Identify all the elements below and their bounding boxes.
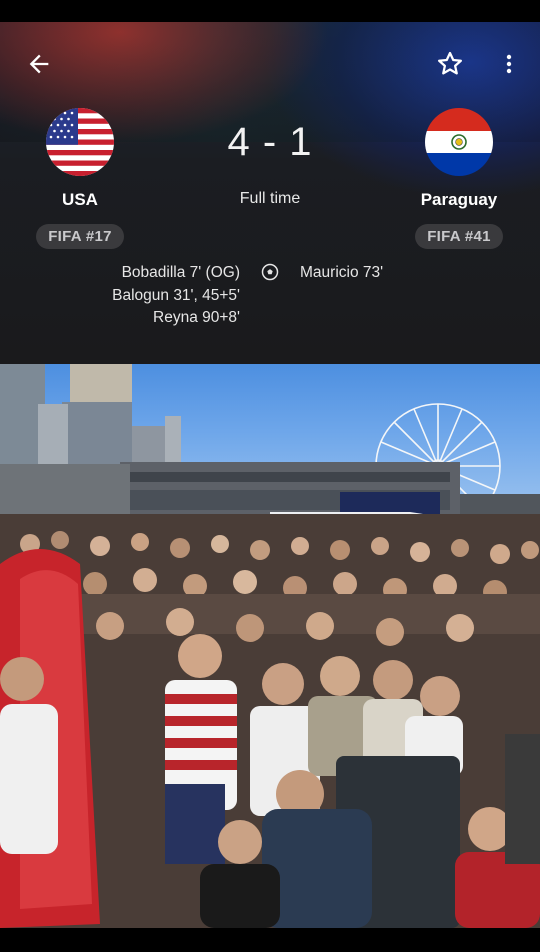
crowd-image bbox=[0, 364, 540, 928]
away-team-name: Paraguay bbox=[420, 190, 498, 209]
more-vert-icon bbox=[506, 54, 512, 74]
star-outline-icon bbox=[438, 51, 462, 75]
home-team-rank-badge: FIFA #17 bbox=[36, 224, 124, 249]
soccer-ball-icon bbox=[261, 263, 279, 281]
usa-flag-icon bbox=[46, 108, 114, 176]
arrow-left-icon bbox=[29, 54, 49, 74]
navigation-bar bbox=[0, 928, 540, 952]
match-header: USA FIFA #17 4 - 1 Full time Paraguay FI… bbox=[0, 22, 540, 364]
home-scorer: Balogun 31', 45+5' bbox=[112, 286, 240, 304]
favorite-button[interactable] bbox=[430, 44, 470, 84]
paraguay-flag-icon bbox=[425, 108, 493, 176]
away-scorer: Mauricio 73' bbox=[300, 264, 384, 281]
home-team-name: USA bbox=[62, 190, 98, 209]
home-scorer: Reyna 90+8' bbox=[153, 309, 240, 326]
status-bar bbox=[0, 0, 540, 22]
away-team-rank-badge: FIFA #41 bbox=[415, 224, 503, 249]
away-team[interactable]: Paraguay FIFA #41 bbox=[394, 108, 524, 249]
home-scorer: Bobadilla 7' (OG) bbox=[121, 264, 240, 281]
match-score: 4 - 1 bbox=[227, 120, 313, 164]
home-team[interactable]: USA FIFA #17 bbox=[15, 108, 145, 249]
home-scorers-list: Bobadilla 7' (OG) Balogun 31', 45+5' Rey… bbox=[112, 262, 240, 330]
away-scorers-list: Mauricio 73' bbox=[300, 262, 383, 285]
more-options-button[interactable] bbox=[489, 44, 529, 84]
match-status: Full time bbox=[239, 190, 301, 207]
fan-crowd-photo bbox=[0, 364, 540, 928]
back-button[interactable] bbox=[19, 44, 59, 84]
